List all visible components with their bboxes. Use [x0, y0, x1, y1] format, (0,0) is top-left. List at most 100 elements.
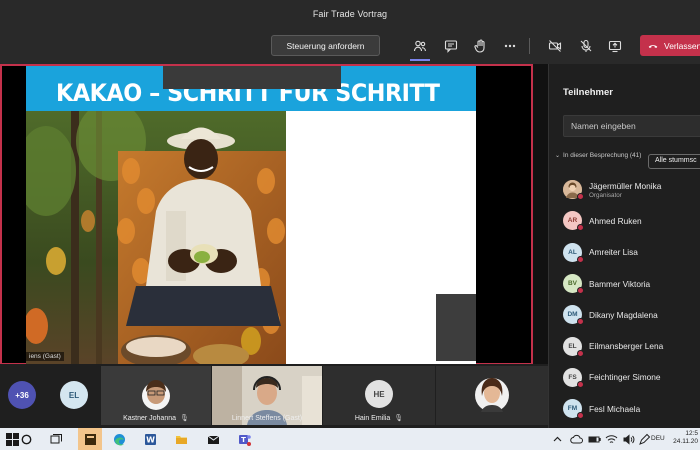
participant-row[interactable]: DM Dikany Magdalena — [563, 299, 700, 330]
overlay-video-placeholder — [163, 66, 341, 89]
mute-all-button[interactable]: Alle stummsc — [648, 154, 700, 169]
leave-label: Verlassen — [664, 40, 700, 51]
video-tile[interactable]: HE Hain Emilia 🎙 — [323, 366, 435, 425]
avatar: FS — [563, 367, 584, 388]
camera-off-icon[interactable] — [545, 36, 565, 56]
avatar: FM — [563, 399, 584, 420]
participant-row[interactable]: FM Fesl Michaela — [563, 393, 700, 424]
video-tile-name: Hain Emilia 🎙 — [354, 415, 404, 422]
participant-name: Fesl Michaela — [589, 403, 641, 414]
muted-status-icon — [577, 224, 584, 232]
pen-icon[interactable] — [636, 431, 652, 447]
presentation-slide: KAKAO – SCHRITT FÜR SCHRITT iens (Gast) — [26, 66, 476, 364]
volume-icon[interactable] — [620, 431, 636, 447]
participant-name: Eilmansberger Lena — [589, 341, 664, 352]
participants-icon[interactable] — [410, 36, 430, 56]
avatar: AL — [563, 242, 584, 263]
muted-status-icon — [577, 349, 584, 357]
muted-status-icon — [577, 193, 584, 201]
raise-hand-icon[interactable] — [470, 36, 490, 56]
participant-row[interactable]: EL Eilmansberger Lena — [563, 330, 700, 361]
leave-button[interactable]: Verlassen — [640, 35, 700, 56]
muted-status-icon — [577, 255, 584, 263]
mic-off-icon[interactable] — [576, 36, 596, 56]
avatar: DM — [563, 305, 584, 326]
clock-date: 24.11.20 — [673, 438, 698, 445]
svg-text:W: W — [146, 435, 155, 444]
participant-name: Amreiter Lisa — [589, 247, 638, 258]
phone-hangup-icon — [648, 44, 658, 48]
cloud-icon[interactable] — [568, 431, 584, 447]
system-clock[interactable]: 12:5 24.11.20 — [673, 430, 698, 446]
svg-text:T: T — [241, 436, 246, 444]
input-language[interactable]: DEU — [651, 435, 665, 442]
share-tray-icon[interactable] — [605, 36, 625, 56]
task-view-icon[interactable] — [48, 431, 64, 447]
muted-status-icon — [577, 380, 584, 388]
participant-list: Jägermüller Monika Organisator AR Ahmed … — [563, 174, 700, 424]
windows-taskbar: W T DEU 12:5 24.11.20 — [0, 428, 700, 450]
video-tile[interactable]: Kastner Johanna 🎙 — [101, 366, 211, 425]
avatar: HE — [365, 380, 393, 408]
presenter-name-label: iens (Gast) — [26, 352, 64, 361]
shared-content-stage: KAKAO – SCHRITT FÜR SCHRITT iens (Gast) — [0, 64, 548, 365]
chat-icon[interactable] — [441, 36, 461, 56]
participant-row[interactable]: AL Amreiter Lisa — [563, 237, 700, 268]
muted-status-icon — [577, 287, 584, 295]
mic-off-icon: 🎙 — [180, 415, 189, 422]
more-options-icon[interactable] — [500, 36, 520, 56]
request-control-button[interactable]: Steuerung anfordern — [271, 35, 380, 56]
word-icon[interactable]: W — [142, 431, 158, 447]
chevron-down-icon: ⌄ — [555, 153, 561, 159]
search-circle-icon[interactable] — [18, 431, 34, 447]
overflow-participants-badge[interactable]: +36 — [8, 381, 36, 409]
avatar: EL — [60, 381, 88, 409]
muted-status-icon — [577, 318, 584, 326]
participant-name: Dikany Magdalena — [589, 309, 658, 320]
teams-icon[interactable]: T — [236, 431, 252, 447]
screen-share-frame: KAKAO – SCHRITT FÜR SCHRITT iens (Gast) — [0, 64, 533, 365]
notes-app-icon[interactable] — [82, 431, 98, 447]
video-tile-name: Linnert Steffens (Gast) — [231, 415, 303, 422]
toolbar-divider — [529, 38, 530, 54]
participant-row[interactable]: AR Ahmed Ruken — [563, 205, 700, 236]
video-tile-name: Kastner Johanna 🎙 — [123, 415, 189, 422]
mail-icon[interactable] — [205, 431, 221, 447]
avatar: EL — [563, 336, 584, 357]
participant-row[interactable]: BV Bammer Viktoria — [563, 268, 700, 299]
participants-panel: Teilnehmer Namen eingeben ⌄ In dieser Bes… — [548, 64, 700, 428]
participant-name: Jägermüller Monika — [589, 180, 662, 191]
participant-row[interactable]: FS Feichtinger Simone — [563, 362, 700, 393]
participant-video-frame — [436, 366, 548, 425]
participant-role: Organisator — [589, 191, 622, 199]
participant-search-input[interactable]: Namen eingeben — [563, 115, 700, 137]
edge-browser-icon[interactable] — [111, 431, 127, 447]
video-tile[interactable]: Linnert Steffens (Gast) — [212, 366, 322, 425]
in-meeting-section-header[interactable]: ⌄ In dieser Besprechung (41) — [555, 152, 645, 160]
clock-time: 12:5 — [685, 430, 698, 437]
participant-name: Bammer Viktoria — [589, 278, 651, 289]
floating-video-tile — [436, 294, 476, 361]
video-tile[interactable] — [436, 366, 548, 425]
video-gallery-strip: +36 EL Kastner Johanna 🎙 Linnert Steffen… — [0, 364, 548, 428]
teams-meeting-window: Fair Trade Vortrag Steuerung anfordern V… — [0, 0, 700, 450]
chevron-up-icon[interactable] — [549, 431, 565, 447]
avatar: BV — [563, 274, 584, 295]
muted-status-icon — [577, 412, 584, 420]
mic-off-icon: 🎙 — [394, 415, 404, 422]
title-bar: Fair Trade Vortrag — [0, 0, 700, 28]
window-title: Fair Trade Vortrag — [312, 9, 388, 19]
file-explorer-icon[interactable] — [173, 431, 189, 447]
section-label: In dieser Besprechung (41) — [563, 152, 642, 159]
active-tab-indicator — [410, 59, 430, 61]
participant-name: Feichtinger Simone — [589, 372, 661, 383]
cocoa-farmer-photo — [26, 111, 286, 364]
avatar: AR — [563, 211, 584, 232]
meeting-toolbar: Steuerung anfordern Verlassen — [0, 28, 700, 64]
battery-icon[interactable] — [586, 431, 602, 447]
panel-title: Teilnehmer — [563, 87, 613, 98]
participant-row[interactable]: Jägermüller Monika Organisator — [563, 174, 700, 205]
wifi-icon[interactable] — [603, 431, 619, 447]
participant-name: Ahmed Ruken — [589, 215, 642, 226]
avatar — [563, 180, 584, 201]
